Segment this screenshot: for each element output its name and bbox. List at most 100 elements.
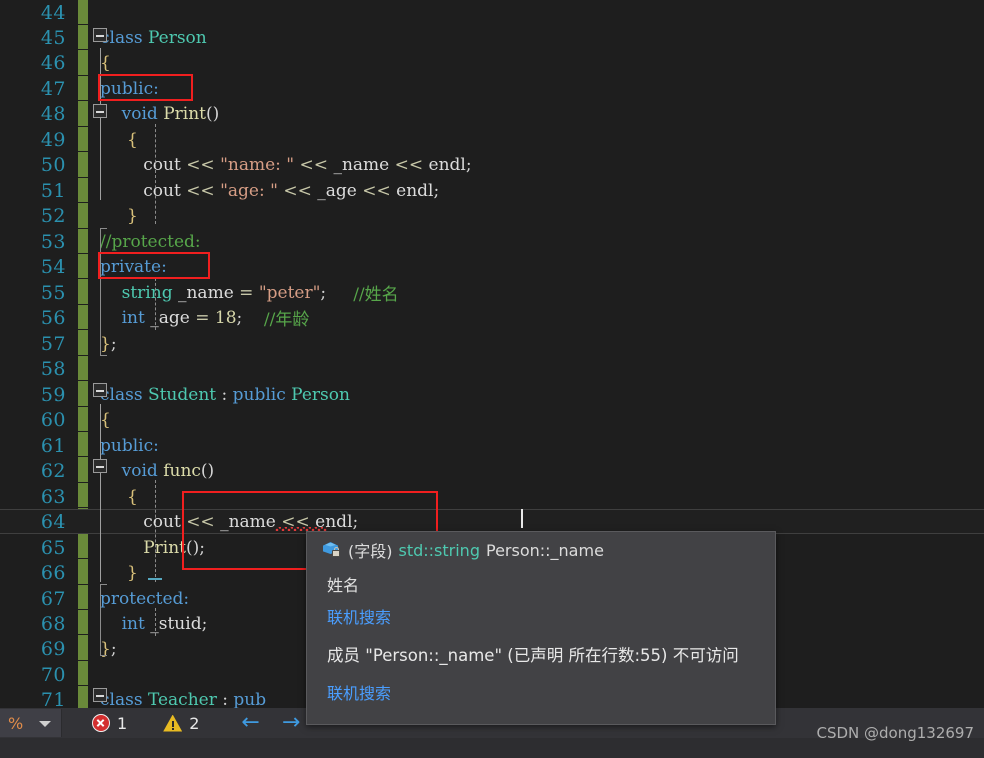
editor-line-54[interactable]: 54 private: bbox=[0, 254, 984, 279]
token-type-person: Person bbox=[147, 27, 207, 48]
line-content[interactable]: { bbox=[78, 127, 984, 152]
editor-line-58[interactable]: 58 bbox=[0, 356, 984, 381]
token-member-name-error[interactable]: _name bbox=[220, 512, 276, 532]
line-content[interactable]: private: bbox=[78, 254, 984, 279]
editor-line-60[interactable]: 60 { bbox=[0, 407, 984, 432]
token-brace-close: } bbox=[127, 562, 138, 583]
line-content[interactable]: int _age = 18; //年龄 bbox=[78, 305, 984, 331]
scope-bracket-person-private bbox=[100, 228, 107, 356]
collapse-toggle-line-45[interactable] bbox=[93, 28, 107, 42]
editor-line-49[interactable]: 49 { bbox=[0, 127, 984, 152]
token-semicolon: ; bbox=[110, 638, 117, 659]
line-content[interactable]: cout << "age: " << _age << endl; bbox=[78, 178, 984, 203]
line-content[interactable]: cout << "name: " << _name << endl; bbox=[78, 152, 984, 177]
editor-line-46[interactable]: 46 { bbox=[0, 50, 984, 75]
token-brace-open: { bbox=[100, 409, 111, 430]
tooltip-online-search-link-2[interactable]: 联机搜索 bbox=[307, 676, 775, 708]
line-content[interactable]: public: bbox=[78, 433, 984, 458]
token-type-teacher: Teacher bbox=[147, 689, 217, 708]
line-content[interactable]: void Print() bbox=[78, 101, 984, 126]
line-content[interactable]: { bbox=[78, 484, 984, 509]
warning-count-indicator[interactable]: 2 bbox=[163, 714, 199, 733]
line-content[interactable]: public: bbox=[78, 76, 984, 101]
editor-line-62[interactable]: 62 void func() bbox=[0, 458, 984, 483]
line-content[interactable]: }; bbox=[78, 331, 984, 356]
collapse-toggle-line-59[interactable] bbox=[93, 383, 107, 397]
warning-triangle-icon bbox=[163, 714, 183, 732]
editor-line-53[interactable]: 53 //protected: bbox=[0, 229, 984, 254]
quick-info-tooltip[interactable]: (字段) std::string Person::_name 姓名 联机搜索 成… bbox=[306, 531, 776, 725]
csdn-watermark: CSDN @dong132697 bbox=[816, 724, 974, 742]
token-cout: cout bbox=[143, 180, 181, 201]
token-brace-open: { bbox=[127, 486, 138, 507]
token-member-stuid: _stuid bbox=[150, 613, 202, 634]
line-number: 68 bbox=[40, 612, 66, 635]
editor-line-47[interactable]: 47 public: bbox=[0, 76, 984, 101]
token-parens: () bbox=[200, 460, 215, 481]
line-content[interactable] bbox=[78, 356, 984, 381]
line-number: 56 bbox=[40, 306, 66, 329]
line-number: 59 bbox=[40, 383, 66, 406]
chevron-down-icon[interactable] bbox=[39, 721, 51, 727]
error-count-indicator[interactable]: 1 bbox=[92, 714, 127, 733]
line-number: 64 bbox=[40, 510, 66, 533]
collapse-toggle-line-48[interactable] bbox=[93, 104, 107, 118]
line-number: 51 bbox=[40, 179, 66, 202]
editor-line-61[interactable]: 61 public: bbox=[0, 433, 984, 458]
zoom-level-combobox[interactable]: % bbox=[0, 709, 62, 737]
scope-bracket-student-protected bbox=[100, 584, 107, 656]
token-shift-operator: << bbox=[362, 180, 391, 201]
indent-guide-stuid bbox=[155, 608, 156, 636]
editor-line-59[interactable]: 59 class Student : public Person bbox=[0, 382, 984, 407]
token-shift-operator: << bbox=[186, 154, 215, 175]
line-number: 44 bbox=[40, 1, 66, 24]
token-semicolon: ; bbox=[110, 333, 117, 354]
arrow-right-icon[interactable]: → bbox=[282, 712, 300, 734]
editor-line-51[interactable]: 51 cout << "age: " << _age << endl; bbox=[0, 178, 984, 203]
line-number: 62 bbox=[40, 459, 66, 482]
line-content[interactable]: { bbox=[78, 50, 984, 75]
tooltip-error-message: 成员 "Person::_name" (已声明 所在行数:55) 不可访问 bbox=[327, 646, 739, 665]
editor-line-45[interactable]: 45 class Person bbox=[0, 25, 984, 50]
token-keyword-int: int bbox=[121, 307, 145, 328]
line-content[interactable]: class Student : public Person bbox=[78, 382, 984, 407]
line-content[interactable]: { bbox=[78, 407, 984, 432]
editor-line-63[interactable]: 63 { bbox=[0, 484, 984, 509]
collapse-toggle-line-62[interactable] bbox=[93, 459, 107, 473]
indent-guide-print bbox=[155, 124, 156, 224]
editor-line-55[interactable]: 55 string _name = "peter"; //姓名 bbox=[0, 280, 984, 306]
line-number: 46 bbox=[40, 51, 66, 74]
token-inherit-public: public bbox=[232, 384, 286, 405]
navigate-forward-button[interactable]: → bbox=[282, 712, 300, 734]
line-content[interactable]: void func() bbox=[78, 458, 984, 483]
editor-line-52[interactable]: 52 } bbox=[0, 203, 984, 228]
arrow-left-icon[interactable]: ← bbox=[241, 712, 259, 734]
editor-line-44[interactable]: 44 bbox=[0, 0, 984, 25]
editor-line-48[interactable]: 48 void Print() bbox=[0, 101, 984, 126]
line-content[interactable]: //protected: bbox=[78, 229, 984, 254]
line-content[interactable]: } bbox=[78, 203, 984, 228]
line-number: 53 bbox=[40, 230, 66, 253]
text-caret bbox=[521, 509, 523, 528]
tooltip-online-search-link-1[interactable]: 联机搜索 bbox=[307, 600, 775, 632]
token-inherit-public-partial: pub bbox=[233, 689, 267, 708]
editor-line-56[interactable]: 56 int _age = 18; //年龄 bbox=[0, 305, 984, 331]
line-number: 60 bbox=[40, 408, 66, 431]
collapse-toggle-line-71[interactable] bbox=[93, 688, 107, 702]
token-semicolon: ; bbox=[433, 180, 440, 201]
navigate-back-button[interactable]: ← bbox=[241, 712, 259, 734]
token-access-public: public: bbox=[100, 435, 159, 456]
line-content[interactable]: class Person bbox=[78, 25, 984, 50]
scope-guide-person bbox=[100, 48, 101, 200]
token-call-print: Print bbox=[143, 537, 187, 558]
token-endl: endl bbox=[396, 180, 434, 201]
editor-line-57[interactable]: 57 }; bbox=[0, 331, 984, 356]
line-content[interactable] bbox=[78, 0, 984, 25]
token-member-age: _age bbox=[150, 307, 190, 328]
editor-line-50[interactable]: 50 cout << "name: " << _name << endl; bbox=[0, 152, 984, 177]
line-number: 69 bbox=[40, 637, 66, 660]
token-keyword-void: void bbox=[121, 103, 158, 124]
line-number: 49 bbox=[40, 128, 66, 151]
line-number: 66 bbox=[40, 561, 66, 584]
line-content[interactable]: string _name = "peter"; //姓名 bbox=[78, 280, 984, 306]
